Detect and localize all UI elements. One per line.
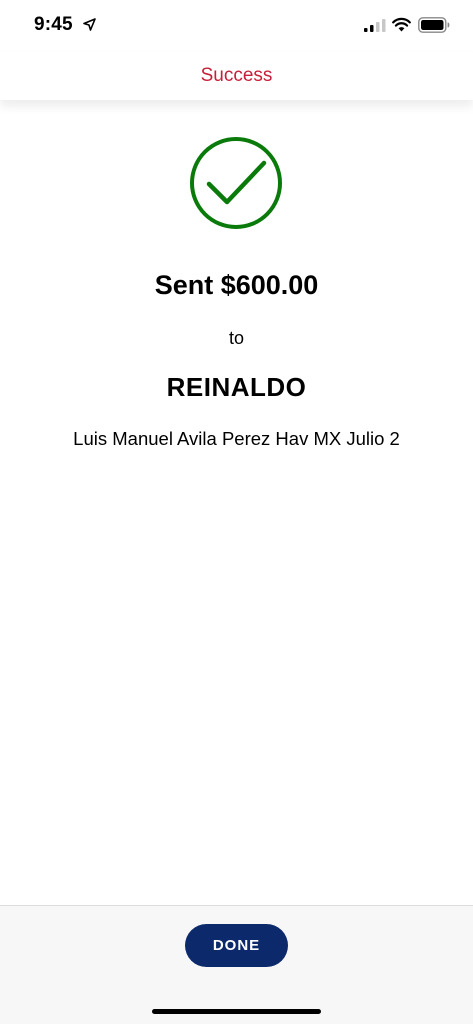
done-button[interactable]: DONE	[185, 924, 288, 967]
screen: 9:45 Success Sent $600.00 to REINALDO Lu…	[0, 0, 473, 1024]
battery-icon	[418, 17, 450, 33]
location-arrow-icon	[83, 18, 96, 31]
to-label: to	[228, 328, 244, 348]
status-time: 9:45	[34, 14, 73, 35]
transfer-memo: Luis Manuel Avila Perez Hav MX Julio 2	[73, 428, 400, 449]
home-indicator[interactable]	[152, 1009, 321, 1014]
confirmation-content: Sent $600.00 to REINALDO Luis Manuel Avi…	[0, 100, 473, 905]
sent-amount: Sent $600.00	[154, 270, 319, 300]
checkmark-circle-icon	[190, 137, 282, 229]
page-title: Success	[200, 65, 273, 86]
nav-header: Success	[0, 52, 473, 100]
status-bar: 9:45	[0, 0, 473, 52]
footer: DONE	[0, 905, 473, 1024]
cellular-signal-icon	[364, 19, 386, 32]
wifi-icon	[392, 17, 411, 32]
recipient-name: REINALDO	[166, 372, 307, 402]
